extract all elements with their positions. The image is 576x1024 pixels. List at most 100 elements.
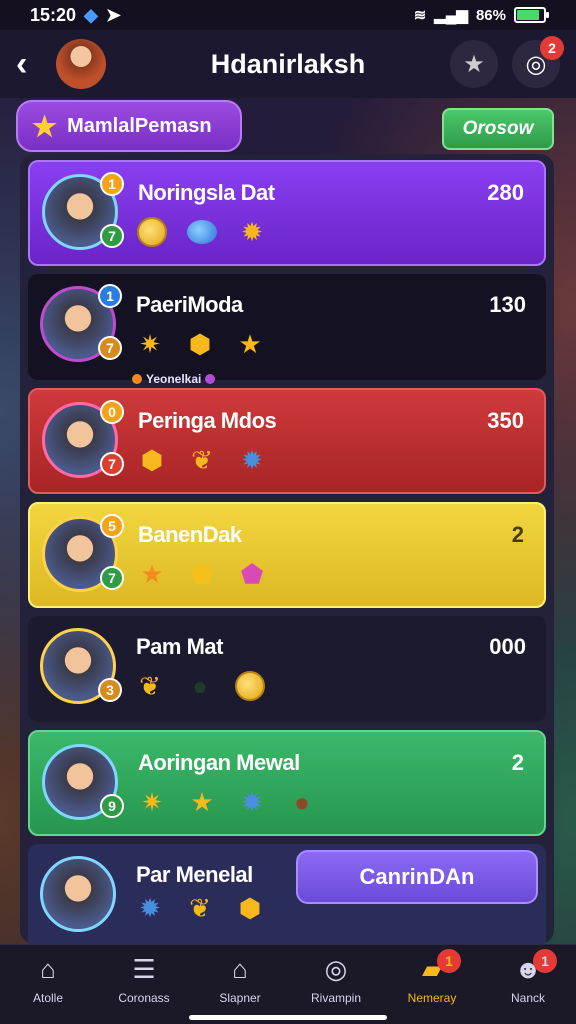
- nav-item-profile[interactable]: ☻ 1 Nanck: [483, 948, 573, 1005]
- level-badge: 3: [98, 678, 122, 702]
- sub-label: Yeonelkai: [132, 372, 216, 386]
- player-avatar: 1 7: [40, 284, 122, 362]
- bag-icon: ●: [294, 786, 310, 817]
- nav-label: Coronass: [118, 990, 170, 1005]
- app-header: ‹ Hdanirlaksh ★ ◎ 2: [0, 30, 576, 98]
- reward-items: ✷ ★ ✹ ●: [136, 786, 318, 818]
- star-icon: ★: [190, 786, 214, 817]
- coin-icon: [136, 216, 168, 248]
- notification-badge: 1: [533, 948, 557, 973]
- player-avatar[interactable]: [56, 39, 106, 89]
- player-score: 130: [489, 292, 526, 317]
- player-name: Aoringan Mewal: [138, 750, 300, 775]
- pentagon-icon: ⬟: [190, 558, 214, 589]
- player-score: 350: [487, 408, 524, 433]
- signal-icon: ▂▄▆: [434, 7, 468, 24]
- vpn-icon: ◆: [84, 4, 98, 25]
- box-icon: ⬢: [188, 328, 212, 359]
- player-name: BanenDak: [138, 522, 242, 547]
- star-icon: ★: [463, 50, 485, 78]
- list-icon: ☰: [132, 954, 156, 984]
- level-badge: 7: [98, 336, 122, 360]
- leaderboard-list: 1 7 Noringsla Dat 280 ✹ 1 7 PaeriModa 13…: [20, 154, 554, 944]
- leaderboard-row[interactable]: 1 7 Noringsla Dat 280 ✹: [28, 160, 546, 266]
- reward-items: ✹ ❦ ⬢: [134, 892, 266, 924]
- player-name: PaeriModa: [136, 292, 243, 317]
- location-icon: ➤: [105, 4, 121, 25]
- purple-dot-icon: [205, 374, 216, 384]
- nav-item-target[interactable]: ◎ Rivampin: [291, 954, 381, 1005]
- rank-badge: 0: [100, 400, 124, 424]
- settings-button[interactable]: ◎ 2: [512, 36, 564, 88]
- player-name: Pam Mat: [136, 634, 223, 659]
- nav-item-home[interactable]: ⌂ Atolle: [3, 954, 93, 1005]
- leaderboard-row[interactable]: 3 Pam Mat 000 ❦ ●: [28, 616, 546, 722]
- coin-icon: [234, 670, 266, 702]
- leaf-icon: ❦: [139, 670, 161, 701]
- leaderboard-row[interactable]: Par Menelal CanrinDAn ✹ ❦ ⬢: [28, 844, 546, 944]
- leaderboard-row[interactable]: 5 7 BanenDak 2 ★ ⬟ ⬟: [28, 502, 546, 608]
- orange-dot-icon: [132, 374, 142, 384]
- player-score: 000: [489, 634, 526, 659]
- hexagon-icon: ⬢: [238, 892, 262, 923]
- reward-items: ✷ ⬢ ★: [134, 328, 266, 360]
- star-icon: ★: [238, 328, 262, 359]
- level-badge: 7: [100, 224, 124, 248]
- gear-icon: ✹: [241, 786, 263, 817]
- nav-item-camera[interactable]: ⌂ Slapner: [195, 954, 285, 1005]
- nav-label: Rivampin: [310, 990, 361, 1005]
- notification-badge: 1: [437, 948, 461, 973]
- category-tag[interactable]: ★ MamlalPemasn: [16, 100, 242, 152]
- cta-button[interactable]: CanrinDAn: [296, 850, 538, 904]
- player-score: 2: [511, 522, 524, 547]
- player-name: Noringsla Dat: [138, 180, 275, 205]
- gear-icon: ✹: [139, 892, 161, 923]
- rank-badge: 1: [100, 172, 124, 196]
- nav-label: Slapner: [219, 990, 261, 1005]
- notification-badge: 2: [540, 36, 564, 60]
- reward-items: ⬢ ❦ ✹: [136, 444, 268, 476]
- nav-item-list[interactable]: ☰ Coronass: [99, 954, 189, 1005]
- rank-badge: 1: [98, 284, 122, 308]
- level-badge: 9: [100, 794, 124, 818]
- clock: 15:20: [30, 4, 77, 25]
- nav-label: Nanck: [510, 990, 545, 1005]
- player-avatar: [40, 856, 116, 932]
- nav-item-folder[interactable]: ▰ 1 Nemeray: [387, 948, 477, 1005]
- star-icon: ★: [140, 558, 164, 589]
- leaderboard-row[interactable]: 0 7 Peringa Mdos 350 ⬢ ❦ ✹: [28, 388, 546, 494]
- green-action-button[interactable]: Orosow: [442, 108, 554, 150]
- hexagon-icon: ⬢: [140, 444, 164, 475]
- gear-icon: ✹: [241, 444, 263, 475]
- leaf-icon: ❦: [189, 892, 211, 923]
- star-icon: ★: [32, 110, 58, 142]
- camera-icon: ⌂: [232, 954, 248, 984]
- category-label: MamlalPemasn: [67, 114, 212, 137]
- player-name: Peringa Mdos: [138, 408, 277, 433]
- home-indicator: [189, 1015, 387, 1020]
- bottom-nav: ⌂ Atolle ☰ Coronass ⌂ Slapner ◎ Rivampin…: [0, 944, 576, 1024]
- blank-slot-icon: ●: [192, 670, 208, 701]
- leaf-icon: ❦: [191, 444, 213, 475]
- level-badge: 7: [100, 452, 124, 476]
- player-avatar: 5 7: [42, 514, 124, 592]
- reward-items: ✹: [136, 216, 268, 248]
- sub-label-text: Yeonelkai: [146, 372, 202, 386]
- rank-badge: 5: [100, 514, 124, 538]
- player-avatar: 0 7: [42, 400, 124, 478]
- gear-icon: ✹: [241, 216, 263, 247]
- home-icon: ⌂: [40, 954, 56, 984]
- leaderboard-row[interactable]: 1 7 PaeriModa 130 ✷ ⬢ ★ Yeonelkai: [28, 274, 546, 386]
- reward-items: ❦ ●: [134, 670, 266, 702]
- player-name: Par Menelal: [136, 862, 253, 887]
- gem-icon: [186, 216, 218, 248]
- player-score: 280: [487, 180, 524, 205]
- leaderboard-row[interactable]: 9 Aoringan Mewal 2 ✷ ★ ✹ ●: [28, 730, 546, 836]
- favorites-button[interactable]: ★: [450, 40, 498, 88]
- back-button[interactable]: ‹: [16, 45, 44, 84]
- battery-percent: 86%: [475, 6, 506, 24]
- player-avatar: 9: [42, 744, 124, 820]
- status-bar: 15:20 ◆ ➤ ≋ ▂▄▆ 86%: [0, 0, 576, 30]
- status-time: 15:20 ◆ ➤: [30, 5, 121, 26]
- battery-icon: [514, 7, 549, 23]
